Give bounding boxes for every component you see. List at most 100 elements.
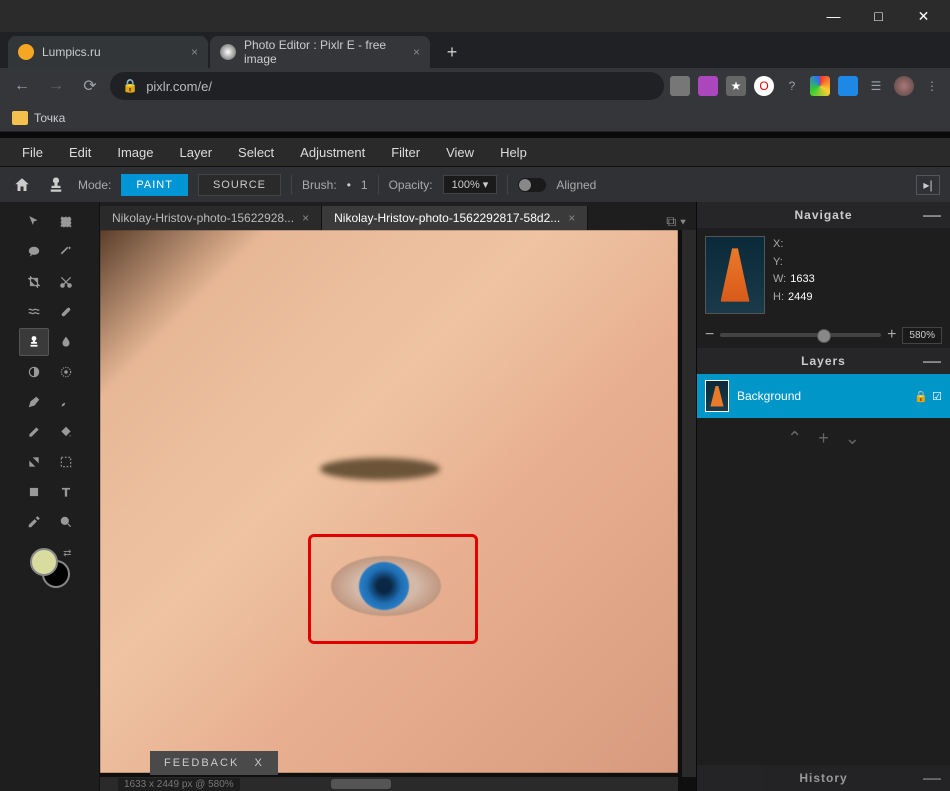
collapse-icon[interactable]: — <box>923 356 942 366</box>
brush-preview[interactable]: • <box>347 178 351 192</box>
collapse-icon[interactable]: — <box>923 210 942 220</box>
ext-icon[interactable] <box>838 76 858 96</box>
navigate-panel-header[interactable]: Navigate — <box>697 202 950 228</box>
mode-label: Mode: <box>78 178 111 192</box>
marquee-tool[interactable] <box>51 208 81 236</box>
zoom-in-button[interactable]: + <box>887 326 896 344</box>
add-layer-button[interactable]: + <box>818 428 829 449</box>
menu-filter[interactable]: Filter <box>379 141 432 164</box>
ext-icon[interactable] <box>698 76 718 96</box>
menu-select[interactable]: Select <box>226 141 286 164</box>
collapse-icon[interactable]: — <box>923 773 942 783</box>
menu-view[interactable]: View <box>434 141 486 164</box>
window-minimize-button[interactable]: — <box>811 1 856 31</box>
ext-icon[interactable] <box>810 76 830 96</box>
layer-visibility-icon[interactable]: ☑ <box>932 390 942 403</box>
layout-options-button[interactable]: ⧉ ▾ <box>656 213 696 230</box>
liquify-tool[interactable] <box>19 298 49 326</box>
opacity-dropdown[interactable]: 100% ▾ <box>443 175 498 194</box>
browser-tab-pixlr[interactable]: Photo Editor : Pixlr E - free image × <box>210 36 430 68</box>
menu-edit[interactable]: Edit <box>57 141 103 164</box>
cut-tool[interactable] <box>51 268 81 296</box>
layer-actions: ⌃ + ⌄ <box>697 418 950 459</box>
feedback-button[interactable]: FEEDBACK X <box>150 751 278 775</box>
browser-tab-strip: Lumpics.ru × Photo Editor : Pixlr E - fr… <box>0 32 950 68</box>
blur-tool[interactable] <box>51 328 81 356</box>
navigator-thumbnail[interactable] <box>705 236 765 314</box>
browser-menu-icon[interactable]: ⋮ <box>922 76 942 96</box>
feedback-close[interactable]: X <box>254 757 263 769</box>
window-maximize-button[interactable]: □ <box>856 1 901 31</box>
zoom-slider[interactable] <box>720 333 881 337</box>
eyedropper-tool[interactable] <box>19 508 49 536</box>
brush-label: Brush: <box>302 178 337 192</box>
swap-colors-icon[interactable]: ⇄ <box>63 548 71 559</box>
forward-button[interactable]: → <box>42 72 70 100</box>
foreground-color[interactable] <box>30 548 58 576</box>
close-icon[interactable]: × <box>568 211 575 225</box>
zoom-tool[interactable] <box>51 508 81 536</box>
new-tab-button[interactable]: + <box>438 38 466 66</box>
layer-lock-icon[interactable]: 🔒 <box>914 390 928 403</box>
history-panel-header[interactable]: History — <box>697 765 950 791</box>
bookmark-folder[interactable]: Точка <box>34 111 65 125</box>
menu-adjustment[interactable]: Adjustment <box>288 141 377 164</box>
color-swatches[interactable]: ⇄ <box>30 548 70 588</box>
crop-tool[interactable] <box>19 268 49 296</box>
lasso-tool[interactable] <box>19 238 49 266</box>
zoom-out-button[interactable]: − <box>705 326 714 344</box>
text-tool[interactable] <box>51 478 81 506</box>
heal-tool[interactable] <box>51 298 81 326</box>
layer-item-background[interactable]: Background 🔒 ☑ <box>697 374 950 418</box>
document-tab[interactable]: Nikolay-Hristov-photo-15622928... × <box>100 206 322 230</box>
layer-up-button[interactable]: ⌃ <box>787 428 802 449</box>
layer-down-button[interactable]: ⌄ <box>845 428 860 449</box>
profile-avatar[interactable] <box>894 76 914 96</box>
reading-list-icon[interactable]: ☰ <box>866 76 886 96</box>
layers-panel-header[interactable]: Layers — <box>697 348 950 374</box>
brush-size: 1 <box>361 178 368 192</box>
menu-image[interactable]: Image <box>105 141 165 164</box>
document-tab-active[interactable]: Nikolay-Hristov-photo-1562292817-58d2...… <box>322 206 588 230</box>
move-tool[interactable] <box>19 208 49 236</box>
feedback-label: FEEDBACK <box>164 757 239 769</box>
eraser-tool[interactable] <box>19 418 49 446</box>
tab-close-icon[interactable]: × <box>185 45 198 59</box>
canvas-viewport[interactable]: FEEDBACK X 1633 x 2449 px @ 580% <box>100 230 696 791</box>
aligned-toggle[interactable] <box>518 178 546 192</box>
expand-panels-button[interactable]: ▸| <box>916 175 940 195</box>
tab-close-icon[interactable]: × <box>407 45 420 59</box>
navigate-title: Navigate <box>794 208 852 222</box>
ext-icon[interactable] <box>670 76 690 96</box>
canvas-image[interactable] <box>100 230 678 773</box>
mode-source-button[interactable]: SOURCE <box>198 174 281 196</box>
back-button[interactable]: ← <box>8 72 36 100</box>
tab-title: Lumpics.ru <box>42 45 101 59</box>
brush-tool[interactable] <box>51 388 81 416</box>
home-button[interactable] <box>10 173 34 197</box>
ext-help-icon[interactable]: ? <box>782 76 802 96</box>
browser-toolbar: ← → ⟳ 🔒 pixlr.com/e/ ★ O ? ☰ ⋮ <box>0 68 950 104</box>
browser-tab-lumpics[interactable]: Lumpics.ru × <box>8 36 208 68</box>
window-close-button[interactable]: ✕ <box>901 1 946 31</box>
address-bar[interactable]: 🔒 pixlr.com/e/ <box>110 72 664 100</box>
wand-tool[interactable] <box>51 238 81 266</box>
menu-help[interactable]: Help <box>488 141 539 164</box>
replace-color-tool[interactable] <box>51 448 81 476</box>
pen-tool[interactable] <box>19 388 49 416</box>
gradient-tool[interactable] <box>19 448 49 476</box>
shape-tool[interactable] <box>19 478 49 506</box>
zoom-value[interactable]: 580% <box>902 327 942 344</box>
close-icon[interactable]: × <box>302 211 309 225</box>
mode-paint-button[interactable]: PAINT <box>121 174 188 196</box>
clone-stamp-tool[interactable] <box>19 328 49 356</box>
vertical-scrollbar[interactable] <box>682 230 696 777</box>
menu-file[interactable]: File <box>10 141 55 164</box>
ext-icon[interactable]: O <box>754 76 774 96</box>
dodge-tool[interactable] <box>19 358 49 386</box>
sponge-tool[interactable] <box>51 358 81 386</box>
fill-tool[interactable] <box>51 418 81 446</box>
ext-icon[interactable]: ★ <box>726 76 746 96</box>
menu-layer[interactable]: Layer <box>168 141 225 164</box>
reload-button[interactable]: ⟳ <box>76 72 104 100</box>
